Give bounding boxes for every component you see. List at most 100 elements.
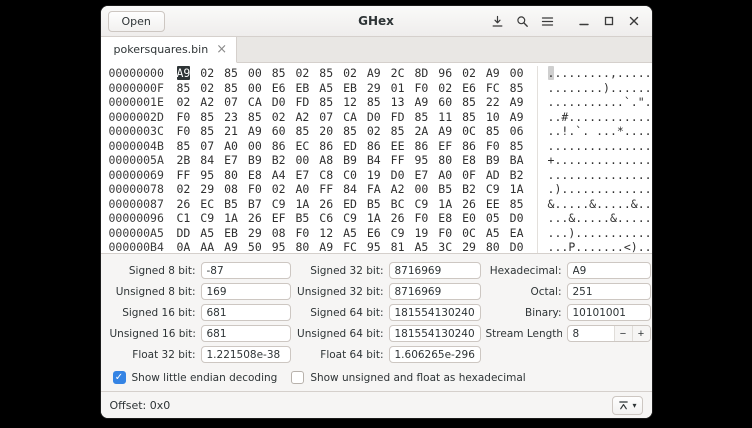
hex-byte[interactable]: A0 [295,182,309,196]
hex-byte[interactable]: E6 [367,226,381,240]
hex-byte[interactable]: 05 [486,211,500,225]
hex-byte[interactable]: EF [438,139,452,153]
hex-byte[interactable]: 1A [438,197,452,211]
maximize-button[interactable] [598,10,620,32]
hex-byte[interactable]: 26 [462,197,476,211]
search-button[interactable] [512,10,534,32]
signed-16-bit-field[interactable] [201,304,291,321]
hex-byte[interactable]: B5 [224,197,238,211]
hex-byte[interactable]: FF [319,182,333,196]
hex-byte[interactable]: B4 [367,153,381,167]
hex-byte[interactable]: 85 [224,66,238,80]
hex-byte[interactable]: 26 [319,197,333,211]
hex-byte[interactable]: A9 [438,124,452,138]
hex-bytes[interactable]: 85 02 85 00 E6 EB A5 EB 29 01 F0 02 E6 F… [171,81,533,96]
hex-byte[interactable]: A9 [510,95,524,109]
open-button[interactable]: Open [108,11,165,32]
hex-byte[interactable]: A5 [486,226,500,240]
hex-byte[interactable]: 06 [510,124,524,138]
hex-byte[interactable]: EC [295,139,309,153]
hex-byte[interactable]: F0 [486,139,500,153]
hex-byte[interactable]: 21 [224,124,238,138]
hex-byte[interactable]: 96 [438,66,452,80]
hexadecimal-field[interactable] [567,262,651,279]
hex-byte[interactable]: EF [272,211,286,225]
menu-button[interactable] [537,10,559,32]
hex-byte[interactable]: 85 [510,197,524,211]
hex-byte[interactable]: E8 [248,168,262,182]
hex-byte[interactable]: F0 [177,124,191,138]
ascii-text[interactable]: &.....&.....&.. [537,197,652,212]
hex-bytes[interactable]: 26 EC B5 B7 C9 1A 26 ED B5 BC C9 1A 26 E… [171,197,533,212]
hex-bytes[interactable]: C1 C9 1A 26 EF B5 C6 C9 1A 26 F0 E8 E0 0… [171,211,533,226]
hex-byte[interactable]: A9 [248,124,262,138]
hex-byte[interactable]: C9 [391,226,405,240]
hex-byte[interactable]: CA [343,110,357,124]
signed-8-bit-field[interactable] [201,262,291,279]
hex-byte[interactable]: FD [295,95,309,109]
hex-byte[interactable]: 0A [177,240,191,253]
hex-byte[interactable]: 07 [224,95,238,109]
hex-byte[interactable]: FC [486,81,500,95]
unsigned-16-bit-field[interactable] [201,325,291,342]
octal-field[interactable] [567,283,651,300]
hex-byte[interactable]: 95 [200,168,214,182]
hex-byte[interactable]: 01 [391,81,405,95]
hex-byte[interactable]: F0 [438,226,452,240]
hex-view[interactable]: 00000000A9 02 85 00 85 02 85 02 A9 2C 8D… [101,63,652,253]
hex-byte[interactable]: 85 [177,139,191,153]
hex-byte[interactable]: 0C [462,124,476,138]
hex-byte[interactable]: 26 [391,211,405,225]
hex-byte[interactable]: 85 [510,139,524,153]
hex-byte[interactable]: 85 [319,95,333,109]
checkbox-icon[interactable]: ✓ [113,371,126,384]
hex-byte[interactable]: 95 [414,153,428,167]
hex-bytes[interactable]: F0 85 23 85 02 A2 07 CA D0 FD 85 11 85 1… [171,110,533,125]
tab-close-icon[interactable]: × [216,43,227,56]
hex-byte[interactable]: EA [510,226,524,240]
hex-bytes[interactable]: DD A5 EB 29 08 F0 12 A5 E6 C9 19 F0 0C A… [171,226,533,241]
hex-byte[interactable]: 0F [462,168,476,182]
hex-byte[interactable]: CA [248,95,262,109]
hex-byte[interactable]: 85 [272,66,286,80]
ascii-text[interactable]: ............... [537,139,652,154]
hex-byte[interactable]: EE [391,139,405,153]
hex-byte[interactable]: 10 [486,110,500,124]
hex-byte[interactable]: 12 [343,95,357,109]
stream-decrement-button[interactable]: − [614,326,632,341]
hex-byte[interactable]: C1 [177,211,191,225]
hex-byte[interactable]: 00 [510,66,524,80]
hex-byte[interactable]: F0 [414,81,428,95]
hex-byte[interactable]: 50 [248,240,262,253]
ascii-text[interactable]: +.............. [537,153,652,168]
hex-byte[interactable]: B5 [295,211,309,225]
hex-byte[interactable]: BA [510,153,524,167]
hex-bytes[interactable]: F0 85 21 A9 60 85 20 85 02 85 2A A9 0C 8… [171,124,533,139]
hex-byte[interactable]: C9 [272,197,286,211]
hex-byte[interactable]: 85 [319,66,333,80]
hex-byte[interactable]: 1A [295,197,309,211]
hex-byte[interactable]: D0 [391,168,405,182]
close-button[interactable] [623,10,645,32]
hex-byte[interactable]: ED [343,197,357,211]
hex-byte[interactable]: B5 [438,182,452,196]
hex-byte[interactable]: A0 [438,168,452,182]
hex-byte[interactable]: 85 [391,124,405,138]
hex-byte[interactable]: 85 [462,110,476,124]
hex-byte[interactable]: B7 [248,197,262,211]
hex-byte[interactable]: ED [343,139,357,153]
hex-byte[interactable]: DD [177,226,191,240]
hex-byte[interactable]: 81 [391,240,405,253]
hex-byte[interactable]: F0 [248,182,262,196]
hex-byte[interactable]: 02 [200,81,214,95]
unsigned-8-bit-field[interactable] [201,283,291,300]
hex-byte[interactable]: BC [391,197,405,211]
hex-byte[interactable]: A9 [510,110,524,124]
hex-byte[interactable]: A5 [200,226,214,240]
float-64-bit-field[interactable] [389,346,481,363]
hex-byte[interactable]: 85 [343,124,357,138]
hex-byte[interactable]: 2A [414,124,428,138]
hex-byte[interactable]: C9 [486,182,500,196]
ascii-text[interactable]: ..!.`. ...*.... [537,124,652,139]
hex-byte[interactable]: A5 [343,226,357,240]
